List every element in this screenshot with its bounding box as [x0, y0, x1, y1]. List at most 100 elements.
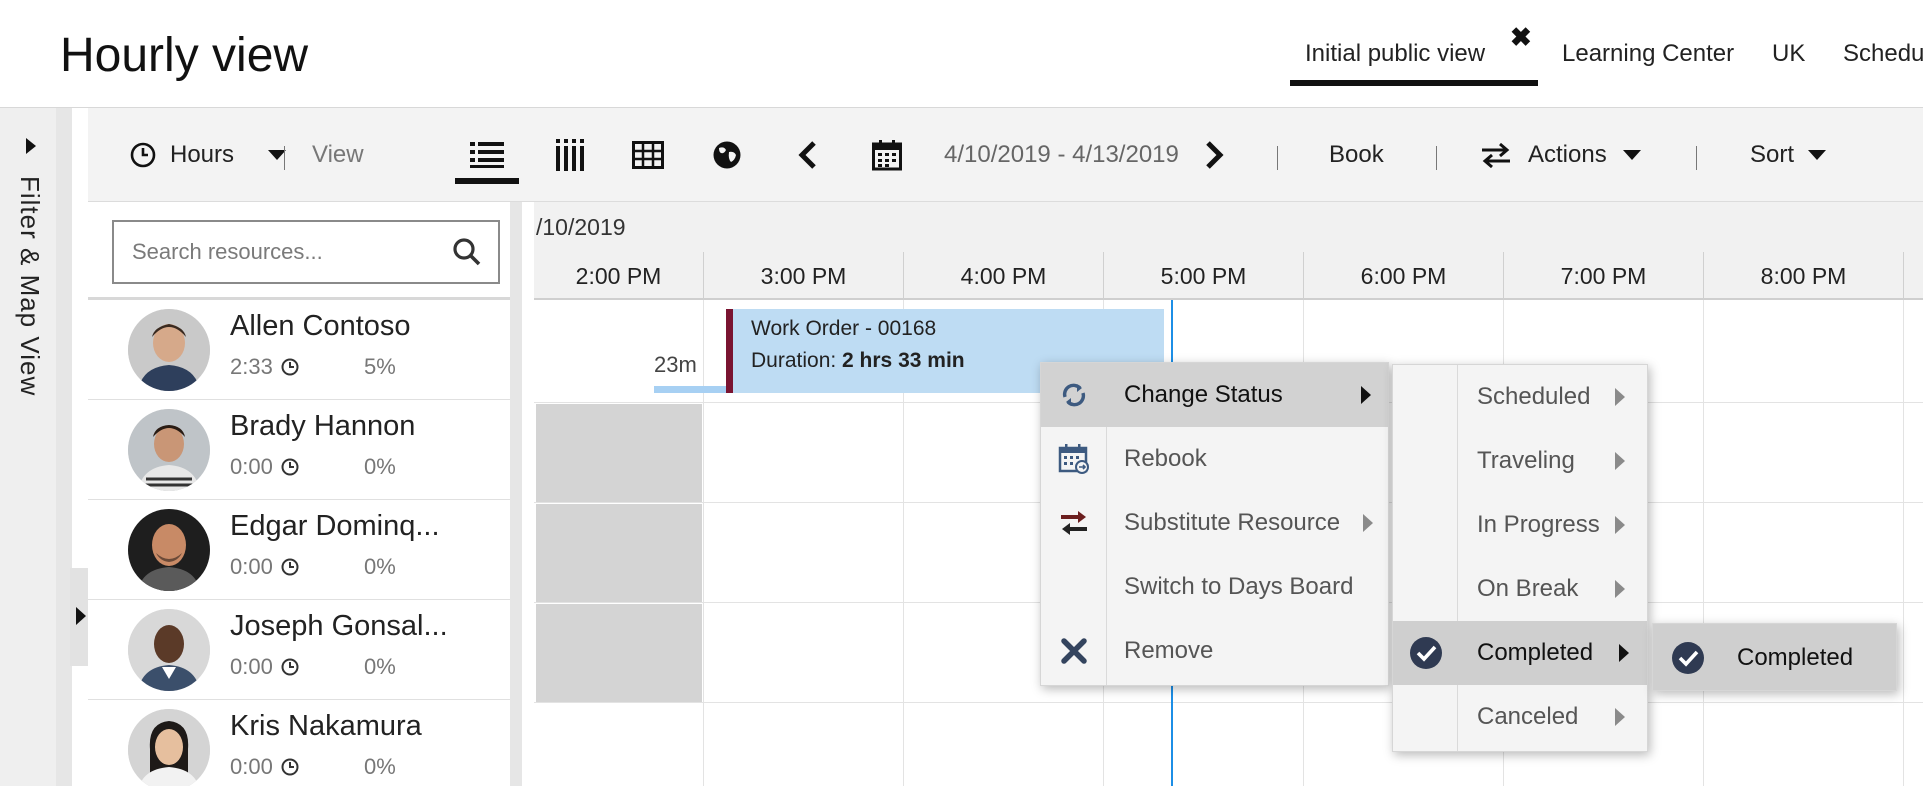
swap-arrows-icon — [1482, 142, 1510, 168]
date-range[interactable]: 4/10/2019 - 4/13/2019 — [944, 108, 1179, 202]
menu-item-label: Switch to Days Board — [1124, 573, 1354, 600]
menu-item-rebook[interactable]: Rebook — [1041, 427, 1388, 491]
menu-item-switch-to-days-board[interactable]: Switch to Days Board — [1041, 555, 1388, 619]
calendar-icon[interactable] — [872, 108, 902, 202]
swap-icon — [1057, 506, 1091, 540]
search-icon[interactable] — [452, 237, 482, 267]
chevron-down-icon — [1808, 150, 1827, 160]
time-column-header — [1903, 252, 1923, 300]
resource-hours: 0:00 — [230, 454, 299, 480]
clock-icon — [281, 358, 299, 376]
toolbar-divider — [284, 146, 285, 170]
next-arrow-icon[interactable] — [1204, 108, 1224, 202]
filter-map-view-label[interactable]: Filter & Map View — [14, 176, 45, 396]
unavailable-block — [536, 404, 702, 502]
tab-initial-public-view[interactable]: Initial public view — [1305, 40, 1485, 68]
search-box[interactable] — [112, 220, 500, 284]
collapse-arrow-icon[interactable] — [76, 607, 86, 625]
avatar — [128, 609, 210, 691]
resource-name: Joseph Gonsal... — [230, 610, 448, 642]
status-item-scheduled[interactable]: Scheduled — [1393, 365, 1647, 429]
grid-line — [1703, 300, 1704, 786]
status-item-traveling[interactable]: Traveling — [1393, 429, 1647, 493]
close-icon — [1057, 634, 1091, 668]
actions-dropdown[interactable]: Actions — [1480, 108, 1641, 202]
list-view-icon[interactable] — [470, 108, 504, 202]
status-item-canceled[interactable]: Canceled — [1393, 685, 1647, 749]
sub-status-submenu[interactable]: Completed — [1652, 623, 1897, 691]
time-column-header: 3:00 PM — [703, 252, 903, 300]
sub-status-label: Completed — [1737, 644, 1854, 671]
resource-name: Brady Hannon — [230, 410, 416, 442]
expand-arrow-icon[interactable] — [26, 138, 36, 154]
toolbar-divider — [1277, 146, 1278, 170]
toolbar-divider — [1696, 146, 1697, 170]
avatar — [128, 409, 210, 491]
sort-dropdown[interactable]: Sort — [1750, 108, 1827, 202]
tab-uk[interactable]: UK — [1772, 40, 1805, 68]
chevron-right-icon — [1615, 580, 1625, 598]
status-item-completed[interactable]: Completed — [1393, 621, 1647, 685]
active-view-indicator — [455, 178, 519, 184]
sort-label: Sort — [1750, 141, 1795, 168]
resource-name: Allen Contoso — [230, 310, 411, 342]
resource-utilization: 0% — [364, 554, 396, 579]
avatar — [128, 309, 210, 391]
clock-icon — [281, 558, 299, 576]
resource-hours-value: 0:00 — [230, 554, 273, 579]
status-label: On Break — [1477, 575, 1579, 602]
resource-row-joseph-gonsalves[interactable]: Joseph Gonsal... 0:00 0% — [88, 600, 510, 700]
menu-item-remove[interactable]: Remove — [1041, 619, 1388, 683]
previous-arrow-icon[interactable] — [798, 108, 818, 202]
time-column-header: 2:00 PM — [575, 262, 662, 289]
chevron-down-icon — [1622, 150, 1641, 160]
actions-label: Actions — [1528, 141, 1607, 168]
book-button[interactable]: Book — [1329, 108, 1384, 202]
grid-view-icon[interactable] — [632, 108, 664, 202]
resource-row-allen-contoso[interactable]: Allen Contoso 2:33 5% — [88, 300, 510, 400]
unavailable-block — [536, 504, 702, 602]
resource-utilization: 0% — [364, 454, 396, 479]
status-item-in-progress[interactable]: In Progress — [1393, 493, 1647, 557]
vertical-view-icon[interactable] — [555, 108, 585, 202]
grid-line — [534, 702, 1923, 703]
avatar — [128, 709, 210, 786]
travel-time-label: 23m — [654, 352, 697, 377]
resource-row-edgar-dominquez[interactable]: Edgar Dominq... 0:00 0% — [88, 500, 510, 600]
travel-time-bar — [654, 386, 726, 393]
date-label: /10/2019 — [536, 214, 626, 240]
check-circle-icon — [1672, 642, 1704, 674]
time-column-header: 7:00 PM — [1503, 252, 1703, 300]
status-item-on-break[interactable]: On Break — [1393, 557, 1647, 621]
avatar — [128, 509, 210, 591]
resource-utilization: 5% — [364, 354, 396, 379]
search-input[interactable] — [132, 236, 432, 268]
menu-item-substitute-resource[interactable]: Substitute Resource — [1041, 491, 1388, 555]
menu-item-change-status[interactable]: Change Status — [1041, 363, 1388, 427]
tab-learning-center[interactable]: Learning Center — [1562, 40, 1734, 68]
globe-icon[interactable] — [712, 108, 742, 202]
resource-row-brady-hannon[interactable]: Brady Hannon 0:00 0% — [88, 400, 510, 500]
booking-duration-prefix: Duration: — [751, 349, 843, 372]
hours-label: Hours — [170, 141, 235, 168]
resource-name: Edgar Dominq... — [230, 510, 440, 542]
time-column-header: 5:00 PM — [1103, 252, 1303, 300]
chevron-right-icon — [1361, 386, 1371, 404]
hours-dropdown[interactable]: Hours — [130, 108, 287, 202]
resource-row-kris-nakamura[interactable]: Kris Nakamura 0:00 0% — [88, 700, 510, 786]
tab-schedule[interactable]: Schedu — [1843, 40, 1923, 68]
close-tab-icon[interactable]: ✖ — [1510, 22, 1532, 53]
status-label: Scheduled — [1477, 383, 1591, 410]
schedule-toolbar: Hours View 4/10/2019 - 4/13/2019 Book Ac… — [88, 108, 1923, 202]
booking-title: Work Order - 00168 — [751, 317, 937, 340]
resource-hours-value: 0:00 — [230, 654, 273, 679]
view-label: View — [312, 141, 364, 168]
status-label: Completed — [1477, 639, 1594, 666]
resource-hours: 0:00 — [230, 654, 299, 680]
clock-icon — [130, 142, 156, 168]
booking-duration: Duration: 2 hrs 33 min — [751, 349, 965, 373]
booking-duration-value: 2 hrs 33 min — [842, 349, 965, 372]
filter-map-rail[interactable]: Filter & Map View — [0, 108, 72, 786]
menu-item-label: Remove — [1124, 637, 1214, 664]
booking-context-menu: Change Status Rebook Substitute Resource… — [1040, 362, 1389, 686]
